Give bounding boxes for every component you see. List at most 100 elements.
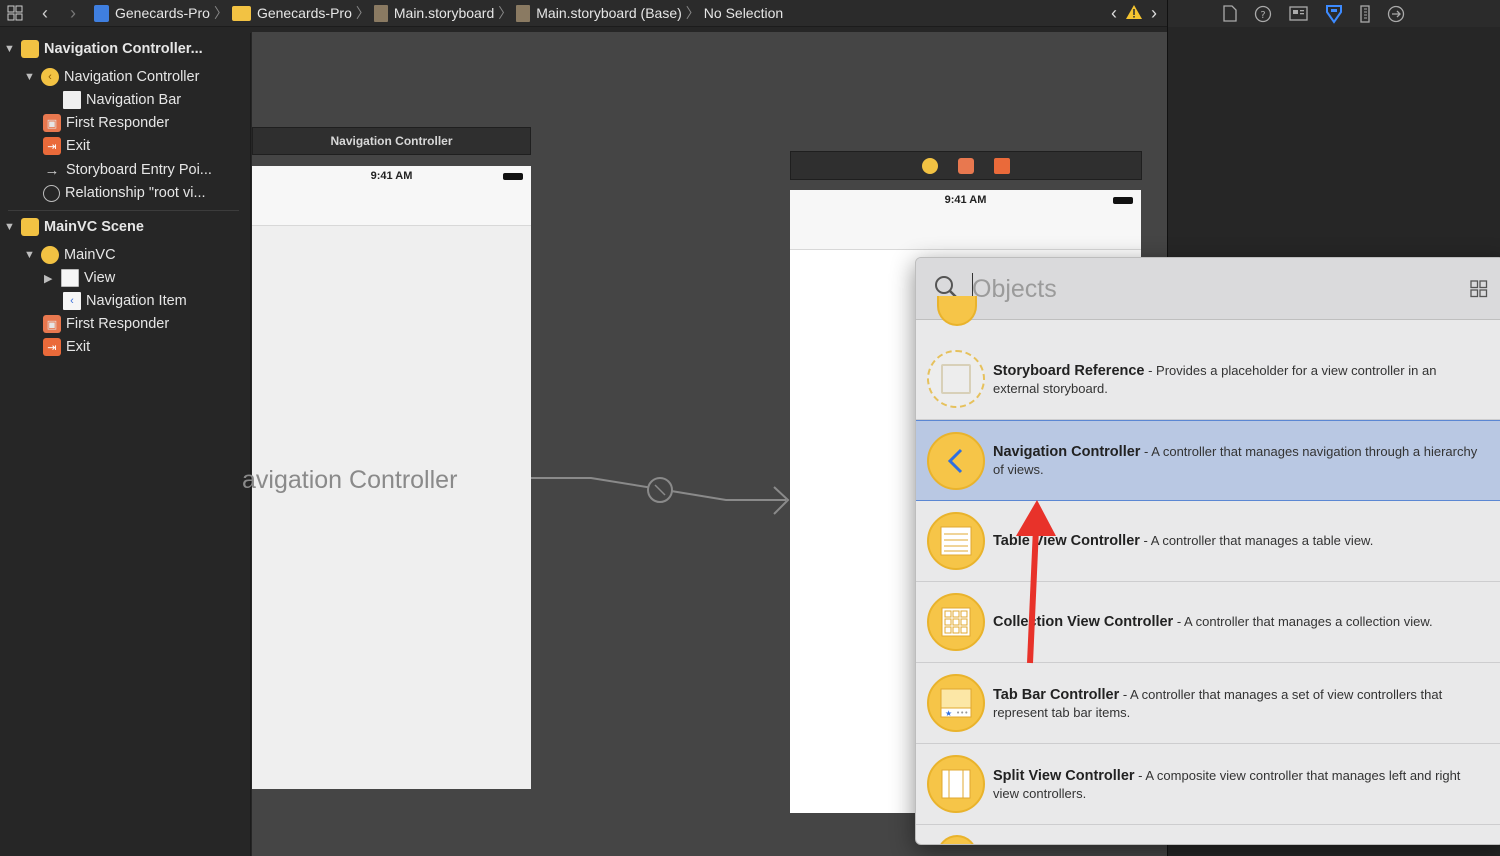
attributes-inspector-icon[interactable]: [1325, 4, 1343, 24]
previous-issue-icon[interactable]: ‹: [1111, 3, 1117, 24]
first-responder-icon: ▣: [43, 114, 61, 132]
disclosure-closed-icon[interactable]: ▶: [44, 272, 56, 285]
outline-label: Relationship "root vi...: [65, 185, 206, 201]
scene-dock[interactable]: [790, 151, 1142, 180]
svg-text:•••: •••: [956, 709, 968, 717]
status-bar: 9:41 AM: [252, 166, 531, 226]
storyboard-file-icon: [516, 4, 531, 22]
outline-scene-navigation-controller[interactable]: ▼ Navigation Controller...: [4, 38, 203, 60]
relationship-segue-icon: [43, 184, 60, 202]
outline-label: Navigation Item: [86, 293, 187, 309]
library-item-name: Split View Controller: [993, 767, 1135, 784]
back-icon[interactable]: ‹: [34, 2, 56, 24]
outline-navigation-item[interactable]: ‹ Navigation Item: [63, 290, 187, 312]
library-item-table-view-controller[interactable]: Table View Controller - A controller tha…: [916, 501, 1500, 582]
outline-entry-point[interactable]: → Storyboard Entry Poi...: [43, 159, 212, 181]
annotation-arrow: [1016, 500, 1056, 664]
svg-text:?: ?: [1260, 10, 1265, 21]
outline-label: Storyboard Entry Poi...: [66, 162, 212, 178]
disclosure-open-icon[interactable]: ▼: [24, 71, 36, 83]
chevron-right-icon: 〉: [685, 5, 700, 21]
outline-scene-mainvc[interactable]: ▼ MainVC Scene: [4, 216, 144, 238]
relationship-segue-arrow[interactable]: [531, 462, 791, 522]
folder-icon: [231, 5, 251, 21]
outline-first-responder[interactable]: ▣ First Responder: [43, 313, 169, 335]
status-time: 9:41 AM: [944, 194, 987, 206]
exit-icon[interactable]: [994, 157, 1010, 174]
crumb-folder[interactable]: Genecards-Pro: [231, 5, 352, 21]
outline-label: View: [84, 270, 116, 286]
file-inspector-icon[interactable]: [1223, 5, 1237, 22]
outline-label: Navigation Bar: [86, 92, 182, 108]
status-time: 9:41 AM: [370, 170, 413, 182]
crumb-label: Main.storyboard: [393, 5, 495, 21]
storyboard-reference-icon: [927, 350, 985, 408]
crumb-storyboard-base[interactable]: Main.storyboard (Base): [516, 4, 682, 22]
outline-label: Exit: [66, 339, 91, 355]
first-responder-icon: ▣: [43, 315, 61, 333]
crumb-label: Main.storyboard (Base): [536, 5, 682, 21]
crumb-selection[interactable]: No Selection: [704, 5, 783, 21]
issue-navigator: ‹ ›: [1111, 3, 1157, 24]
library-item-storyboard-reference[interactable]: Storyboard Reference - Provides a placeh…: [916, 339, 1500, 420]
jump-bar: ‹ › Genecards-Pro 〉 Genecards-Pro 〉 Main…: [0, 0, 1167, 27]
crumb-label: No Selection: [703, 5, 784, 21]
outline-label: MainVC: [64, 247, 116, 263]
outline-divider: [8, 210, 239, 211]
scene-placeholder-title: avigation Controller: [242, 466, 458, 494]
library-item-text: Storyboard Reference - Provides a placeh…: [993, 362, 1482, 397]
outline-first-responder[interactable]: ▣ First Responder: [43, 112, 169, 134]
first-responder-icon[interactable]: [958, 157, 974, 174]
connections-inspector-icon[interactable]: [1387, 5, 1405, 23]
library-item-text: Navigation Controller - A controller tha…: [993, 443, 1482, 478]
project-icon: [94, 4, 109, 22]
collection-view-controller-icon: [927, 593, 985, 651]
scene-title-bar[interactable]: Navigation Controller: [252, 127, 531, 155]
navigation-bar-icon: [63, 91, 81, 109]
crumb-storyboard[interactable]: Main.storyboard: [373, 4, 495, 22]
library-item-split-view-controller[interactable]: Split View Controller - A composite view…: [916, 744, 1500, 825]
battery-icon: [1113, 197, 1133, 204]
outline-label: Exit: [66, 138, 91, 154]
library-item-description: - A controller that manages a table view…: [1139, 533, 1374, 548]
outline-mainvc[interactable]: ▼ MainVC: [24, 244, 116, 266]
disclosure-open-icon[interactable]: ▼: [4, 43, 16, 55]
library-search-input[interactable]: [972, 270, 1432, 308]
grid-view-toggle-icon[interactable]: [1470, 280, 1488, 298]
outline-view[interactable]: ▶ View: [44, 267, 115, 289]
outline-navigation-controller[interactable]: ▼ ‹ Navigation Controller: [24, 66, 199, 88]
warning-icon[interactable]: [1125, 4, 1143, 23]
library-item-name: Storyboard Reference: [993, 362, 1145, 379]
chevron-right-icon: 〉: [498, 5, 513, 21]
outline-exit[interactable]: ⇥ Exit: [43, 336, 90, 358]
library-item-tab-bar-controller[interactable]: ★ ••• Tab Bar Controller - A controller t…: [916, 663, 1500, 744]
scene-title: Navigation Controller: [330, 134, 453, 148]
outline-navigation-bar[interactable]: Navigation Bar: [63, 89, 181, 111]
disclosure-open-icon[interactable]: ▼: [4, 221, 16, 233]
library-item-collection-view-controller[interactable]: Collection View Controller - A controlle…: [916, 582, 1500, 663]
size-inspector-icon[interactable]: [1360, 4, 1370, 23]
next-issue-icon[interactable]: ›: [1151, 3, 1157, 24]
table-view-controller-icon: [927, 512, 985, 570]
outline-relationship[interactable]: Relationship "root vi...: [43, 182, 206, 204]
svg-text:★: ★: [945, 709, 952, 718]
view-controller-icon[interactable]: [922, 157, 938, 174]
navigation-controller-scene[interactable]: 9:41 AM avigation Controller: [242, 166, 531, 789]
object-library-popover: Storyboard Reference - Provides a placeh…: [915, 257, 1500, 845]
disclosure-open-icon[interactable]: ▼: [24, 249, 36, 261]
forward-icon[interactable]: ›: [62, 2, 84, 24]
outline-exit[interactable]: ⇥ Exit: [43, 135, 90, 157]
library-item-navigation-controller[interactable]: Navigation Controller - A controller tha…: [916, 420, 1500, 501]
identity-inspector-icon[interactable]: [1289, 6, 1308, 21]
crumb-project[interactable]: Genecards-Pro: [94, 4, 210, 22]
library-item-name: Navigation Controller: [993, 444, 1141, 460]
outline-label: Navigation Controller: [64, 69, 200, 85]
chevron-right-icon: 〉: [355, 5, 370, 21]
navigation-controller-icon: [927, 431, 985, 490]
outline-label: First Responder: [66, 115, 170, 131]
library-item-text: Split View Controller - A composite view…: [993, 767, 1482, 802]
inspector-toolbar: ?: [1167, 0, 1500, 27]
crumb-label: Genecards-Pro: [256, 5, 352, 21]
help-inspector-icon[interactable]: ?: [1254, 5, 1272, 23]
related-items-icon[interactable]: [4, 2, 26, 24]
